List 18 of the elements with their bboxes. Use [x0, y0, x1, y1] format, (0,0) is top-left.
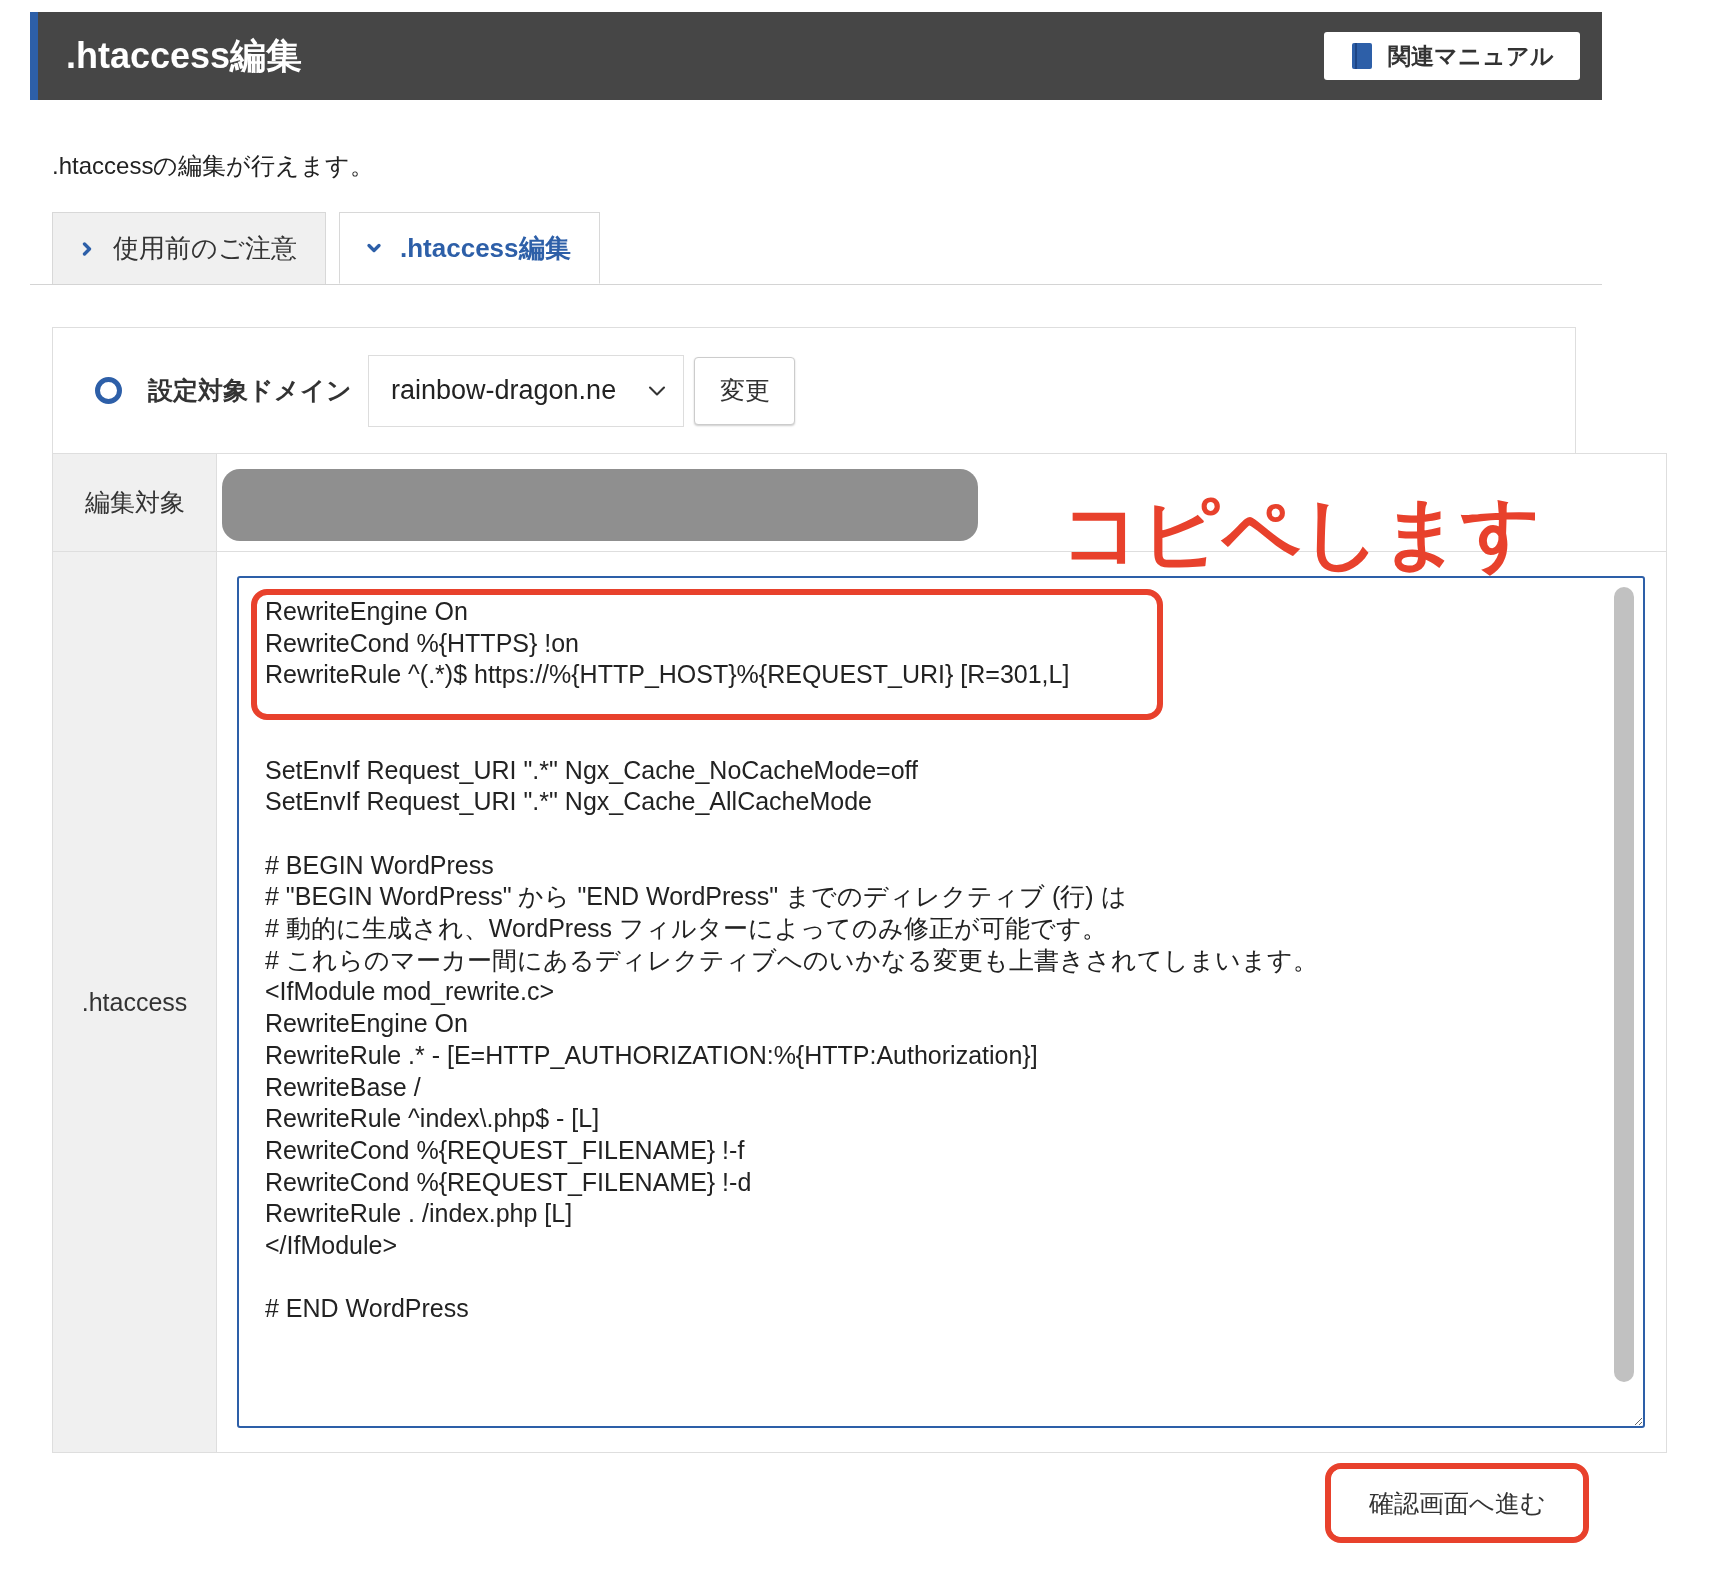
htaccess-editor[interactable]: RewriteEngine On RewriteCond %{HTTPS} !on RewriteRule ^(.*)$ https://%{HTTP_HOST}%{REQUEST_URI} [R=301,L] SetEnvIf Request_URI ".*" Ngx_Cache_NoCacheMode=off SetEnvIf Request_URI ".*" Ngx_Cache_AllCacheMode # BEGIN WordPress # "BEGIN WordPress" から "END WordPress" までのディレクティブ (行) は # 動的に生成され、WordPress フィルターによってのみ修正が可能です。 # これらのマーカー間にあるディレクティブへのいかなる変更も上書きされてしまいます。 <IfModule mod_rewrite.c> RewriteEngine On RewriteRule .* - [E=HTTP_AUTHORIZATION:%{HTTP:Authorization}] RewriteBase / RewriteRule ^index\.php$ - [L] RewriteCond %{REQUEST_FILENAME} !-f RewriteCond %{REQUEST_FILENAME} !-d RewriteRule . /index.php [L] </IfModule> # END WordPress [237, 576, 1645, 1428]
domain-select[interactable]: rainbow-dragon.ne [368, 354, 684, 427]
scrollbar-thumb[interactable] [1614, 587, 1634, 1382]
domain-label: 設定対象ドメイン [148, 375, 352, 406]
tab-label: .htaccess編集 [400, 231, 571, 265]
row-label: 編集対象 [53, 454, 217, 552]
confirm-button[interactable]: 確認画面へ進む [1331, 1469, 1583, 1537]
circle-icon [95, 377, 122, 404]
page-title: .htaccess編集 [66, 33, 303, 78]
manual-button[interactable]: 関連マニュアル [1324, 32, 1580, 80]
tab[interactable]: 使用前のご注意 [52, 212, 326, 284]
change-button[interactable]: 変更 [694, 356, 795, 425]
row-label: .htaccess [53, 552, 217, 1452]
book-icon [1350, 42, 1374, 70]
description-text: .htaccessの編集が行えます。 [52, 151, 376, 181]
annotation-text: コピペします [1061, 488, 1541, 579]
tab[interactable]: .htaccess編集 [339, 212, 600, 284]
tab-label: 使用前のご注意 [113, 232, 297, 265]
